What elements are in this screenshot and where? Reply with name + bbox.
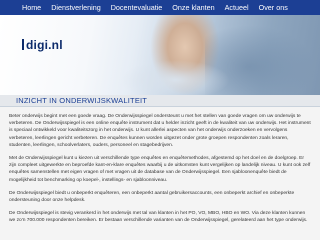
section-header: INZICHT IN ONDERWIJSKWALITEIT	[0, 95, 320, 107]
logo-bar-icon	[22, 39, 24, 50]
section-title: INZICHT IN ONDERWIJSKWALITEIT	[16, 96, 148, 105]
body-paragraph: Beter onderwijs begint met een goede vra…	[9, 114, 311, 148]
nav-over-ons[interactable]: Over ons	[259, 0, 288, 15]
logo-text: digi.nl	[26, 38, 63, 52]
nav-onze-klanten[interactable]: Onze klanten	[172, 0, 214, 15]
hero-banner: digi.nl	[0, 15, 320, 95]
top-nav: Home Dienstverlening Docentevaluatie Onz…	[0, 0, 320, 15]
site-logo[interactable]: digi.nl	[22, 38, 63, 52]
body-paragraph: De Onderwijsspiegel is stevig verankerd …	[9, 211, 308, 224]
body-paragraph: De Onderwijsspiegel biedt u onbeperkt en…	[9, 190, 295, 204]
body-paragraph: Met de Onderwijsspiegel kunt u kiezen ui…	[9, 156, 311, 183]
main-content: Beter onderwijs begint met een goede vra…	[9, 113, 311, 231]
nav-dienstverlening[interactable]: Dienstverlening	[51, 0, 101, 15]
nav-actueel[interactable]: Actueel	[225, 0, 249, 15]
hero-photo-laptop	[120, 60, 230, 95]
nav-home[interactable]: Home	[22, 0, 41, 15]
page: Home Dienstverlening Docentevaluatie Onz…	[0, 0, 320, 240]
nav-docentevaluatie[interactable]: Docentevaluatie	[111, 0, 163, 15]
